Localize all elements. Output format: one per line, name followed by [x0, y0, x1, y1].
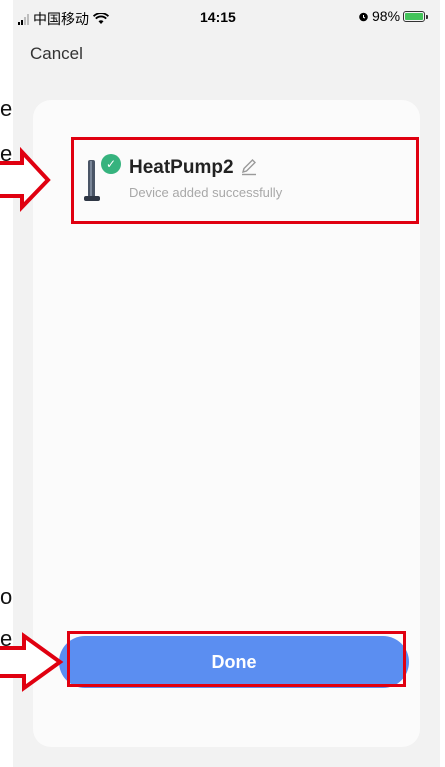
carrier-info: 中国移动	[18, 9, 109, 29]
status-bar: 中国移动 14:15 98%	[13, 0, 440, 34]
edit-pencil-icon[interactable]	[240, 158, 258, 181]
status-time: 14:15	[200, 9, 236, 25]
overlay-text-fragment: e	[0, 96, 13, 121]
device-name: HeatPump2	[129, 157, 234, 178]
battery-percent: 98%	[372, 8, 401, 24]
device-highlight-box: ✓ HeatPump2 Device added successfully	[71, 137, 419, 224]
cancel-button[interactable]: Cancel	[30, 44, 83, 64]
alarm-icon	[359, 12, 368, 21]
overlay-text-fragment: o	[0, 584, 13, 609]
carrier-name: 中国移动	[33, 11, 89, 27]
overlay-text-fragment: e	[0, 141, 13, 166]
phone-screen: 中国移动 14:15 98% Cancel ✓ HeatPump2 Device…	[13, 0, 440, 767]
check-icon: ✓	[101, 154, 121, 174]
device-status-text: Device added successfully	[129, 185, 283, 200]
battery-icon	[403, 10, 429, 22]
done-highlight-box	[67, 631, 406, 687]
battery-indicator: 98%	[358, 8, 429, 24]
signal-icon	[18, 13, 29, 25]
overlay-text-fragment: e	[0, 626, 13, 651]
wifi-icon	[93, 13, 109, 24]
